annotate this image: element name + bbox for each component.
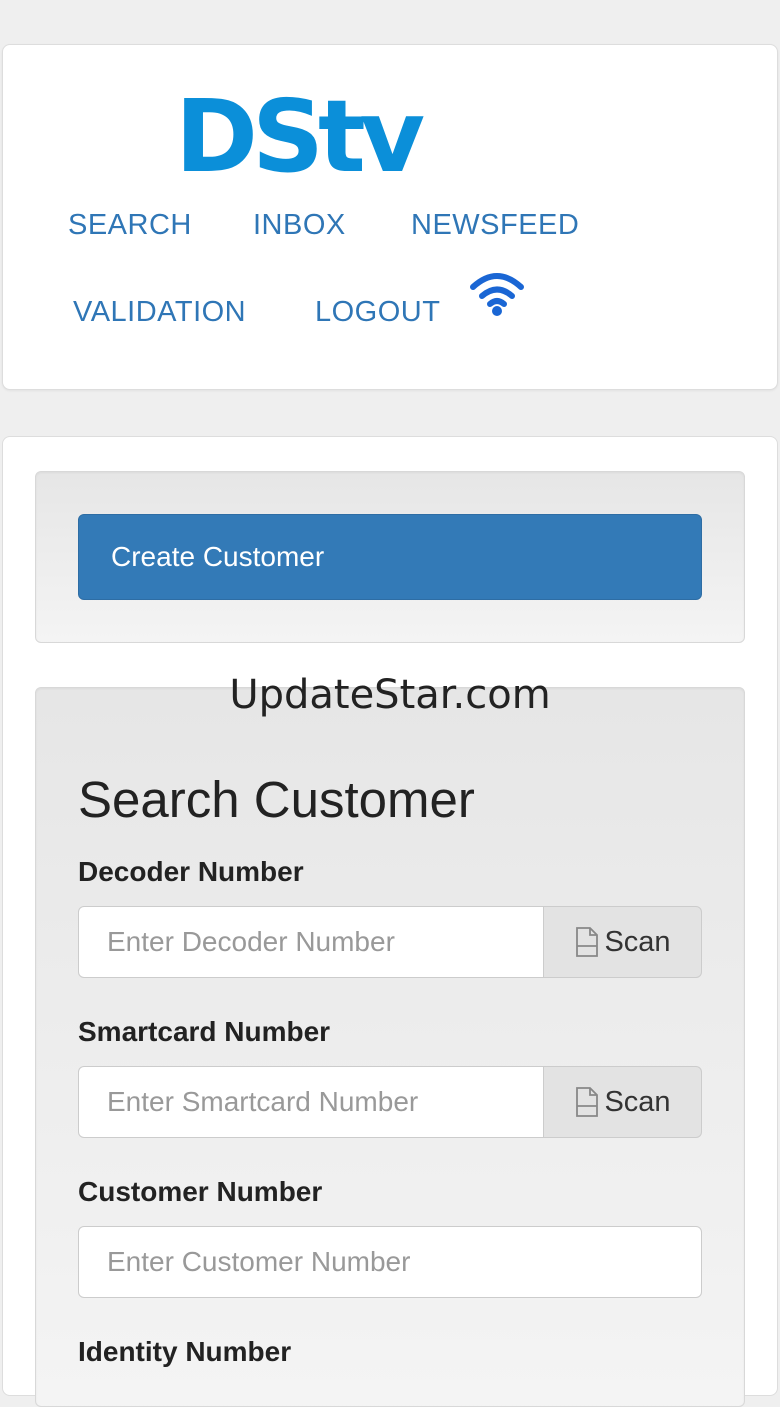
nav-search[interactable]: SEARCH bbox=[68, 209, 192, 242]
smartcard-label: Smartcard Number bbox=[78, 1016, 331, 1047]
logo-text: DStv bbox=[181, 91, 424, 173]
smartcard-scan-button[interactable]: Scan bbox=[544, 1066, 702, 1138]
header-card: DStv SEARCH INBOX NEWSFEED VALIDATION LO… bbox=[2, 44, 778, 390]
decoder-input[interactable] bbox=[78, 906, 544, 978]
decoder-label: Decoder Number bbox=[78, 856, 304, 887]
identity-number-label: Identity Number bbox=[78, 1336, 292, 1367]
dstv-logo: DStv bbox=[181, 91, 430, 173]
nav-inbox[interactable]: INBOX bbox=[253, 209, 346, 242]
file-icon bbox=[576, 927, 599, 957]
nav-newsfeed[interactable]: NEWSFEED bbox=[411, 209, 579, 242]
nav-logout[interactable]: LOGOUT bbox=[315, 296, 440, 329]
decoder-input-group: Scan bbox=[78, 906, 702, 978]
smartcard-input-group: Scan bbox=[78, 1066, 702, 1138]
watermark-text: UpdateStar.com bbox=[229, 672, 551, 718]
create-customer-button[interactable]: Create Customer bbox=[78, 514, 702, 600]
customer-number-label: Customer Number bbox=[78, 1176, 323, 1207]
smartcard-scan-label: Scan bbox=[604, 1085, 671, 1118]
create-well: Create Customer bbox=[35, 471, 745, 643]
smartcard-input[interactable] bbox=[78, 1066, 544, 1138]
search-customer-title: Search Customer bbox=[78, 771, 475, 828]
customer-number-input[interactable] bbox=[78, 1226, 702, 1298]
file-icon bbox=[576, 1087, 599, 1117]
wifi-icon bbox=[470, 273, 524, 316]
nav-validation[interactable]: VALIDATION bbox=[73, 296, 246, 329]
decoder-scan-button[interactable]: Scan bbox=[544, 906, 702, 978]
decoder-scan-label: Scan bbox=[604, 925, 671, 958]
